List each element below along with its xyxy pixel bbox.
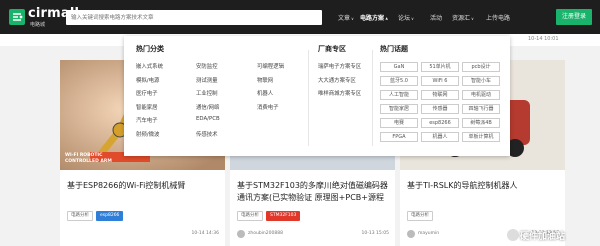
vendor-zone-title: 厂商专区 (318, 45, 346, 53)
hot-categories-col-3: 可编程逻辑 物联网 机器人 消费电子 (257, 44, 284, 116)
nav-resources[interactable]: 资源汇∨ (452, 13, 474, 22)
topic-chip[interactable]: esp8266 (421, 118, 459, 128)
tag-list: 电路分析 esp8266 (67, 211, 124, 221)
topic-chip[interactable]: 传感器 (421, 104, 459, 114)
category-link[interactable]: 智能家居 (136, 103, 164, 117)
author-name[interactable]: zhoubin200888 (248, 231, 283, 236)
post-time: 10-14 14:36 (191, 231, 219, 236)
spacer (196, 44, 220, 53)
chevron-down-icon: ∨ (351, 16, 354, 21)
hot-categories-col-2: 安防监控 测试测量 工业控制 通信/网络 EDA/PCB 传感技术 (196, 44, 220, 143)
logo-subtitle: 电路城 (30, 22, 46, 28)
category-link[interactable]: 医疗电子 (136, 89, 164, 103)
spacer (257, 44, 284, 53)
topic-chip[interactable]: 电机驱动 (462, 90, 500, 100)
category-link[interactable]: EDA/PCB (196, 116, 220, 130)
hot-categories-title: 热门分类 (136, 45, 164, 53)
wechat-icon (507, 229, 519, 241)
divider (308, 50, 309, 146)
avatar[interactable] (407, 230, 415, 238)
chevron-down-icon: ∨ (471, 16, 474, 21)
nav-forum-label: 论坛 (398, 15, 411, 22)
project-title[interactable]: 基于STM32F103的多摩川绝对值磁编码器通讯方案(已实物验证 原理图+PCB… (237, 180, 389, 204)
nav-circuit-schemes[interactable]: 电路方案∧ (360, 13, 388, 22)
tag-list: 电路分析 (407, 211, 433, 221)
topic-chip[interactable]: 人工智能 (380, 90, 418, 100)
nav-articles-label: 文章 (338, 15, 351, 22)
vendor-link[interactable]: 大大通方案专区 (318, 76, 361, 90)
top-header: cirmall 电路城 文章∨ 电路方案∧ 论坛∨ 活动 资源汇∨ 上传电路 注… (0, 0, 600, 34)
chevron-up-icon: ∧ (385, 16, 389, 21)
cirmall-logo-icon[interactable] (8, 8, 26, 26)
vendor-link[interactable]: 唯样商城方案专区 (318, 89, 361, 103)
nav-events[interactable]: 活动 (430, 13, 442, 22)
nav-circuit-schemes-label: 电路方案 (360, 15, 385, 22)
nav-forum[interactable]: 论坛∨ (398, 13, 414, 22)
topic-chip[interactable]: 蓝牙5.0 (380, 76, 418, 86)
category-link[interactable]: 嵌入式系统 (136, 62, 164, 76)
category-link[interactable]: 汽车电子 (136, 116, 164, 130)
topic-chip[interactable]: 智能家居 (380, 104, 418, 114)
category-link[interactable]: 消费电子 (257, 103, 284, 117)
circuit-schemes-dropdown: 热门分类 嵌入式系统 模拟/电源 医疗电子 智能家居 汽车电子 射频/微波 安防… (124, 36, 510, 156)
nav-upload-circuit[interactable]: 上传电路 (486, 13, 510, 22)
hot-categories-col-1: 热门分类 嵌入式系统 模拟/电源 医疗电子 智能家居 汽车电子 射频/微波 (136, 44, 164, 143)
topic-chip[interactable]: WiFi 6 (421, 76, 459, 86)
nav-resources-label: 资源汇 (452, 15, 471, 22)
topic-chip[interactable]: 四轴飞行器 (462, 104, 500, 114)
post-time: 10-13 15:05 (361, 231, 389, 236)
avatar[interactable] (237, 230, 245, 238)
tag[interactable]: STM32F103 (266, 211, 301, 221)
nav-articles[interactable]: 文章∨ (338, 13, 354, 22)
category-link[interactable]: 物联网 (257, 76, 284, 90)
category-link[interactable]: 工业控制 (196, 89, 220, 103)
nav-upload-circuit-label: 上传电路 (486, 15, 511, 22)
divider (372, 50, 373, 146)
vendor-link[interactable]: 瑞萨电子方案专区 (318, 62, 361, 76)
category-link[interactable]: 安防监控 (196, 62, 220, 76)
topic-chip[interactable]: 机器人 (421, 132, 459, 142)
sub-bar-time: 10-14 10:01 (528, 36, 559, 42)
topic-chip[interactable]: 电赛 (380, 118, 418, 128)
tag[interactable]: 电路分析 (67, 211, 93, 221)
topic-chip[interactable]: 树莓派4B (462, 118, 500, 128)
chevron-down-icon: ∨ (411, 16, 414, 21)
category-link[interactable]: 可编程逻辑 (257, 62, 284, 76)
category-link[interactable]: 模拟/电源 (136, 76, 164, 90)
tag[interactable]: esp8266 (96, 211, 124, 221)
category-link[interactable]: 测试测量 (196, 76, 220, 90)
topic-chip[interactable]: pcb设计 (462, 62, 500, 72)
category-link[interactable]: 传感技术 (196, 130, 220, 144)
hot-topics: 热门话题 GaN 51单片机 pcb设计 蓝牙5.0 WiFi 6 智能小车 人… (380, 44, 500, 142)
tag[interactable]: 电路分析 (237, 211, 263, 221)
watermark: 硬件加油站 (520, 232, 566, 242)
tag[interactable]: 电路分析 (407, 211, 433, 221)
project-title[interactable]: 基于ESP8266的Wi-Fi控制机械臂 (67, 180, 219, 192)
page: cirmall 电路城 文章∨ 电路方案∧ 论坛∨ 活动 资源汇∨ 上传电路 注… (0, 0, 600, 246)
topic-chip[interactable]: 51单片机 (421, 62, 459, 72)
register-login-button[interactable]: 注册登录 (556, 9, 592, 25)
card-meta: zhoubin200888 10-13 15:05 (237, 230, 389, 240)
vendor-zone-col: 厂商专区 瑞萨电子方案专区 大大通方案专区 唯样商城方案专区 (318, 44, 361, 103)
topic-chip[interactable]: GaN (380, 62, 418, 72)
topic-chip[interactable]: 智能小车 (462, 76, 500, 86)
search-input[interactable] (66, 10, 322, 25)
card-meta: 10-14 14:36 (67, 230, 219, 240)
topic-grid: GaN 51单片机 pcb设计 蓝牙5.0 WiFi 6 智能小车 人工智能 物… (380, 62, 500, 142)
project-title[interactable]: 基于TI-RSLK的导航控制机器人 (407, 180, 559, 192)
category-link[interactable]: 机器人 (257, 89, 284, 103)
category-link[interactable]: 通信/网络 (196, 103, 220, 117)
hot-topics-title: 热门话题 (380, 45, 408, 53)
author-name[interactable]: mayumin (418, 231, 439, 236)
thumbnail-caption: WI-FI ROBOTIC CONTROLLED ARM (65, 153, 112, 164)
topic-chip[interactable]: 单板计算机 (462, 132, 500, 142)
topic-chip[interactable]: 物联网 (421, 90, 459, 100)
category-link[interactable]: 射频/微波 (136, 130, 164, 144)
topic-chip[interactable]: FPGA (380, 132, 418, 142)
nav-events-label: 活动 (430, 15, 443, 22)
tag-list: 电路分析 STM32F103 (237, 211, 301, 221)
